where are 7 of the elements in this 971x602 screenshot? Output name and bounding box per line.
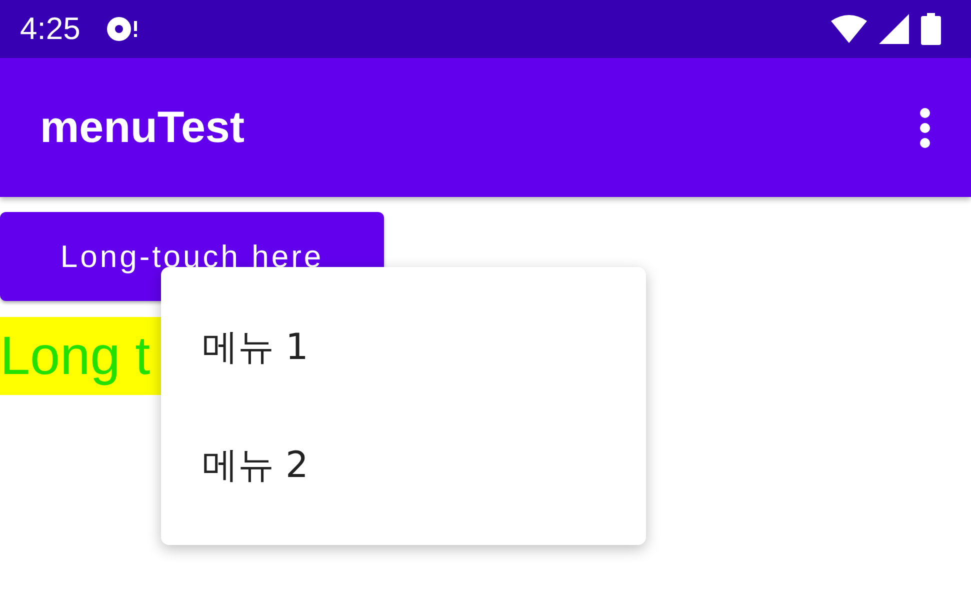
menu-item[interactable]: 메뉴 2 <box>161 406 646 524</box>
signal-icon <box>879 14 909 44</box>
wifi-icon <box>831 15 867 43</box>
battery-icon <box>921 13 941 45</box>
status-time: 4:25 <box>20 11 80 47</box>
more-options-icon[interactable] <box>919 106 931 148</box>
app-title: menuTest <box>40 102 246 152</box>
